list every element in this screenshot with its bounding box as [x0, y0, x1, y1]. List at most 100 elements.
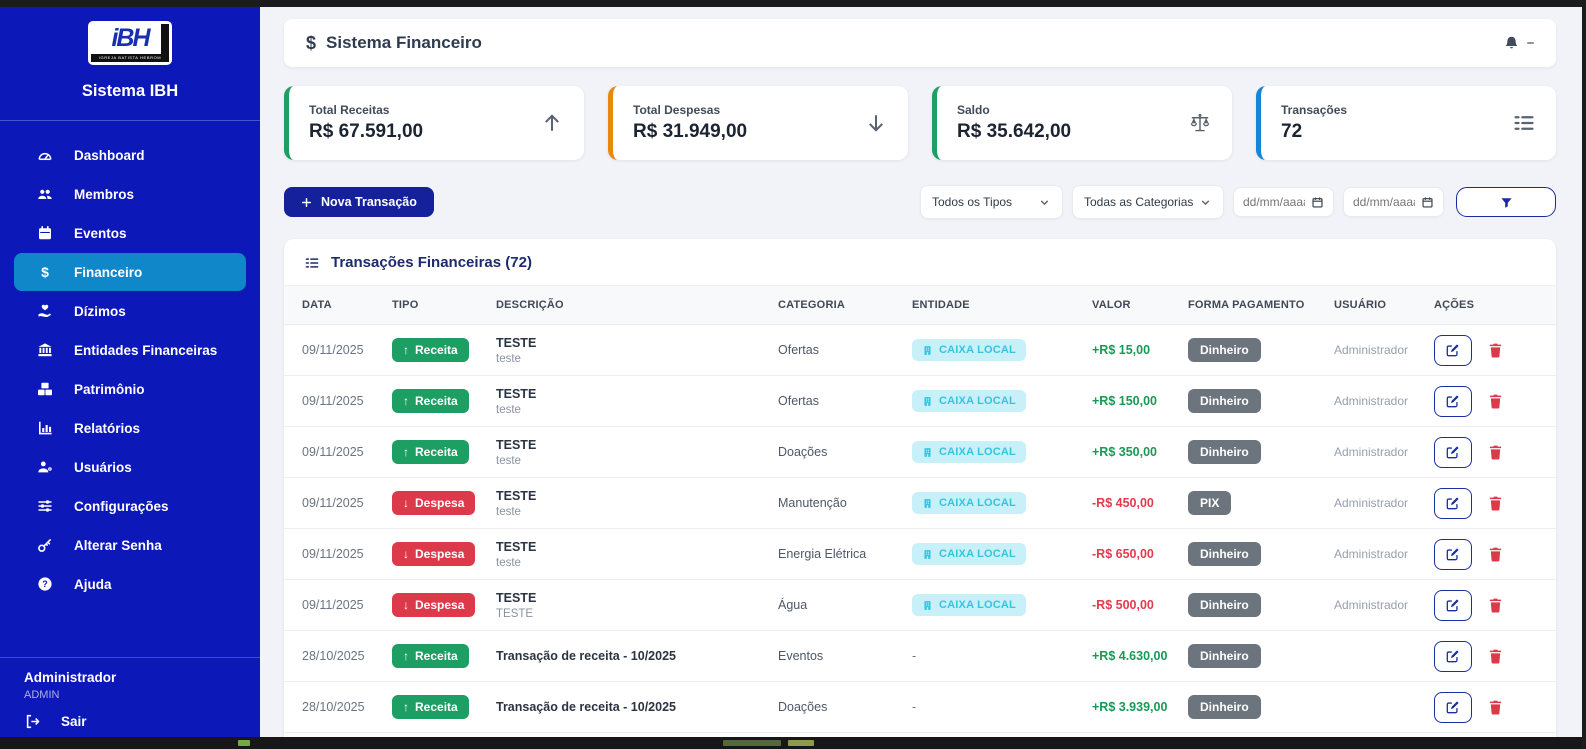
- payment-badge: PIX: [1188, 491, 1231, 515]
- card-label: Total Despesas: [633, 103, 747, 117]
- edit-button[interactable]: [1434, 386, 1472, 417]
- calendar-icon[interactable]: [1421, 196, 1434, 209]
- sidebar-item-label: Ajuda: [74, 577, 112, 592]
- category-filter-value: Todas as Categorias: [1084, 195, 1193, 209]
- sidebar-item-relatorios[interactable]: Relatórios: [14, 409, 246, 447]
- current-user-name: Administrador: [24, 670, 236, 685]
- cell-actions: [1434, 488, 1542, 519]
- current-user-role: ADMIN: [24, 689, 236, 701]
- delete-button[interactable]: [1487, 495, 1503, 512]
- bank-icon: [36, 342, 53, 358]
- notifications-caret[interactable]: [1527, 42, 1534, 44]
- sidebar-item-eventos[interactable]: Eventos: [14, 214, 246, 252]
- members-icon: [36, 186, 53, 202]
- cell-category: Água: [778, 598, 912, 612]
- new-transaction-button[interactable]: Nova Transação: [284, 187, 434, 217]
- building-icon: [922, 600, 933, 611]
- description-subtitle: teste: [496, 353, 778, 365]
- type-filter-value: Todos os Tipos: [932, 195, 1012, 209]
- sidebar-item-financeiro[interactable]: $ Financeiro: [14, 253, 246, 291]
- cell-payment: Dinheiro: [1188, 593, 1334, 617]
- date-to-field[interactable]: [1343, 187, 1444, 217]
- sidebar-item-dashboard[interactable]: Dashboard: [14, 136, 246, 174]
- delete-button[interactable]: [1487, 546, 1503, 563]
- building-icon: [922, 498, 933, 509]
- cell-date: 09/11/2025: [302, 598, 392, 612]
- key-icon: [36, 537, 53, 553]
- cell-date: 28/10/2025: [302, 700, 392, 714]
- cell-description: TESTE teste: [496, 489, 778, 518]
- card-value: R$ 35.642,00: [957, 121, 1071, 143]
- help-icon: ?: [36, 576, 53, 592]
- sidebar-title: Sistema IBH: [0, 82, 260, 101]
- cell-user: Administrador: [1334, 547, 1434, 561]
- delete-button[interactable]: [1487, 393, 1503, 410]
- type-filter-select[interactable]: Todos os Tipos: [920, 185, 1063, 219]
- card-value: 72: [1281, 121, 1347, 143]
- list-icon: [1512, 111, 1536, 135]
- delete-button[interactable]: [1487, 444, 1503, 461]
- cell-entity: CAIXA LOCAL: [912, 543, 1092, 565]
- sidebar-item-membros[interactable]: Membros: [14, 175, 246, 213]
- sidebar-item-configuracoes[interactable]: Configurações: [14, 487, 246, 525]
- apply-filter-button[interactable]: [1456, 187, 1556, 217]
- date-to-input[interactable]: [1353, 195, 1415, 209]
- description-title: TESTE: [496, 591, 778, 605]
- cell-payment: Dinheiro: [1188, 338, 1334, 362]
- logout-button[interactable]: Sair: [24, 713, 236, 729]
- sidebar-item-entidades-financeiras[interactable]: Entidades Financeiras: [14, 331, 246, 369]
- sidebar-item-label: Dízimos: [74, 304, 126, 319]
- cell-value: -R$ 500,00: [1092, 598, 1188, 612]
- edit-button[interactable]: [1434, 590, 1472, 621]
- category-filter-select[interactable]: Todas as Categorias: [1072, 185, 1224, 219]
- edit-button[interactable]: [1434, 437, 1472, 468]
- calendar-icon[interactable]: [1311, 196, 1324, 209]
- edit-button[interactable]: [1434, 641, 1472, 672]
- type-arrow-icon: ↑: [403, 649, 409, 663]
- cell-date: 09/11/2025: [302, 445, 392, 459]
- transactions-panel: Transações Financeiras (72) DATATIPODESC…: [284, 239, 1556, 737]
- column-header-tipo: TIPO: [392, 286, 496, 324]
- delete-button[interactable]: [1487, 597, 1503, 614]
- payment-badge: Dinheiro: [1188, 695, 1261, 719]
- logout-icon: [24, 713, 41, 729]
- delete-button[interactable]: [1487, 699, 1503, 716]
- sidebar-item-patrimonio[interactable]: Patrimônio: [14, 370, 246, 408]
- column-header-valor: VALOR: [1092, 286, 1188, 324]
- hand-heart-icon: [36, 303, 53, 319]
- svg-text:$: $: [41, 264, 49, 280]
- type-arrow-icon: ↑: [403, 343, 409, 357]
- edit-button[interactable]: [1434, 488, 1472, 519]
- plus-icon: [301, 197, 312, 208]
- cell-date: 09/11/2025: [302, 496, 392, 510]
- column-header-categoria: CATEGORIA: [778, 286, 912, 324]
- date-from-input[interactable]: [1243, 195, 1305, 209]
- edit-button[interactable]: [1434, 692, 1472, 723]
- summary-card-transacoes: Transações 72: [1256, 86, 1556, 160]
- entity-badge: CAIXA LOCAL: [912, 543, 1026, 565]
- filter-controls: Todos os Tipos Todas as Categorias: [920, 185, 1556, 219]
- delete-button[interactable]: [1487, 342, 1503, 359]
- cell-entity: CAIXA LOCAL: [912, 390, 1092, 412]
- date-from-field[interactable]: [1233, 187, 1334, 217]
- cell-entity: CAIXA LOCAL: [912, 492, 1092, 514]
- cell-type: ↓ Despesa: [392, 491, 496, 515]
- app-logo: iBH IGREJA BATISTA HEBROM: [88, 21, 172, 65]
- edit-button[interactable]: [1434, 335, 1472, 366]
- user-gear-icon: [36, 459, 53, 475]
- table-row: 28/10/2025 ↑ Receita Transação de receit…: [284, 631, 1556, 682]
- logo-vertical-strip: [161, 24, 169, 55]
- scale-icon: [1188, 111, 1212, 135]
- sidebar-item-ajuda[interactable]: ? Ajuda: [14, 565, 246, 603]
- cell-payment: Dinheiro: [1188, 644, 1334, 668]
- page-title: Sistema Financeiro: [326, 33, 482, 53]
- payment-badge: Dinheiro: [1188, 542, 1261, 566]
- edit-button[interactable]: [1434, 539, 1472, 570]
- delete-button[interactable]: [1487, 648, 1503, 665]
- type-arrow-icon: ↑: [403, 394, 409, 408]
- sidebar-item-dizimos[interactable]: Dízimos: [14, 292, 246, 330]
- cell-description: TESTE teste: [496, 438, 778, 467]
- bell-icon[interactable]: [1503, 35, 1520, 52]
- sidebar-item-alterar-senha[interactable]: Alterar Senha: [14, 526, 246, 564]
- sidebar-item-usuarios[interactable]: Usuários: [14, 448, 246, 486]
